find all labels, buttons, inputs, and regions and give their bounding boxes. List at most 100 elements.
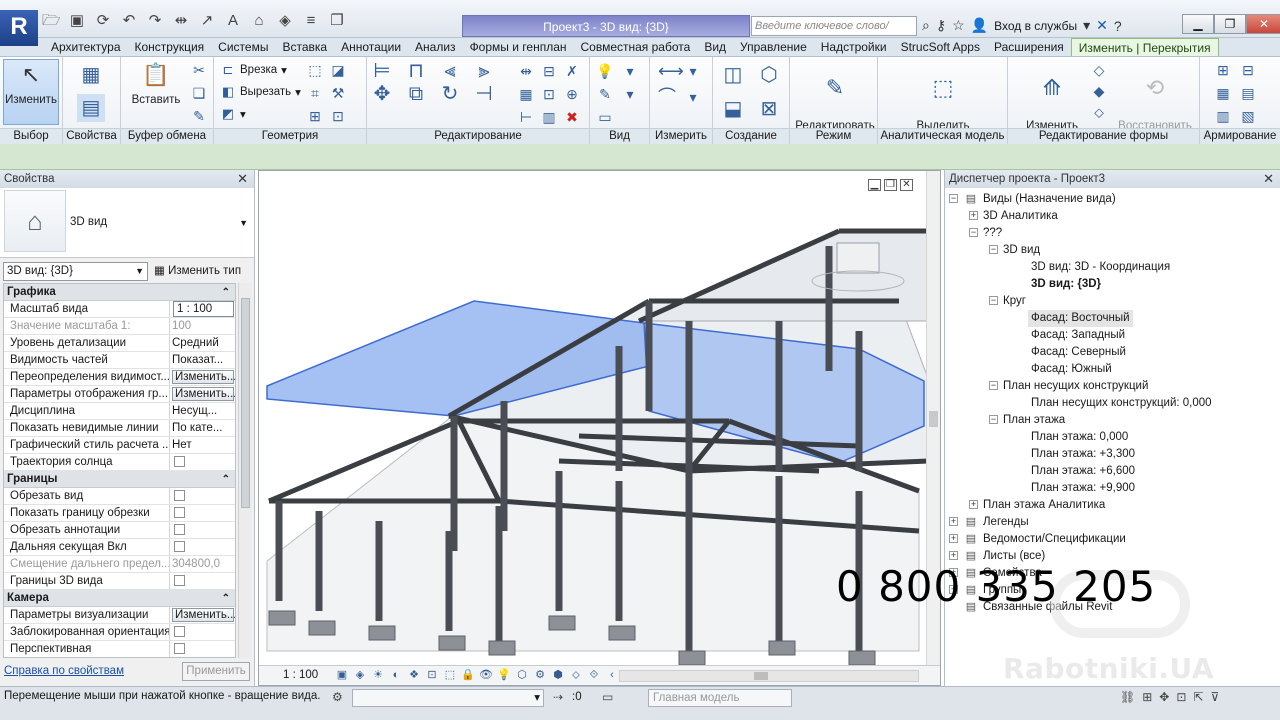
view-scale[interactable]: 1 : 100 xyxy=(283,669,318,681)
expand-icon[interactable]: + xyxy=(949,534,958,543)
rebar-icon[interactable]: ▧ xyxy=(1239,107,1257,125)
browser-node[interactable]: − План этажа xyxy=(945,412,1280,429)
create-assembly-icon[interactable]: ⬓ xyxy=(719,95,747,123)
join-button[interactable]: ◩ ▾ xyxy=(220,106,246,122)
key-icon[interactable]: ⚷ xyxy=(936,17,946,34)
align-icon[interactable]: ⊨ xyxy=(373,61,391,81)
scrollbar-thumb[interactable] xyxy=(929,411,938,427)
text-icon[interactable]: A xyxy=(224,12,242,30)
tab-14[interactable]: Изменить | Перекрытия xyxy=(1070,38,1219,56)
star-icon[interactable]: ☆ xyxy=(952,17,965,34)
reveal-constraints-icon[interactable]: ⟐ xyxy=(587,669,601,682)
rotate-icon[interactable]: ↻ xyxy=(441,84,459,104)
edit-type-button[interactable]: ▦ Изменить тип xyxy=(154,262,241,280)
property-checkbox[interactable] xyxy=(174,507,185,518)
temporary-hide-icon[interactable]: 👁 xyxy=(479,669,493,682)
select-underlay-icon[interactable]: ⊞ xyxy=(1142,690,1152,704)
override-icon[interactable]: ✎ xyxy=(596,85,614,103)
property-value[interactable]: По кате... xyxy=(170,420,235,436)
crop-view-icon[interactable]: ⊡ xyxy=(425,669,439,682)
tab-4[interactable]: Вставка xyxy=(275,38,334,56)
browser-node[interactable]: Фасад: Восточный xyxy=(945,310,1280,327)
copy-icon[interactable]: ❏ xyxy=(190,84,208,102)
collapse-icon[interactable]: ⌃ xyxy=(222,471,230,488)
property-checkbox[interactable] xyxy=(174,541,185,552)
linework-icon[interactable]: ▭ xyxy=(596,108,614,126)
expand-icon[interactable]: + xyxy=(969,211,978,220)
collapse-icon[interactable]: ⌃ xyxy=(222,284,230,301)
redo-icon[interactable]: ↷ xyxy=(146,12,164,30)
browser-node[interactable]: План несущих конструкций: 0,000 xyxy=(945,395,1280,412)
browser-node[interactable]: Фасад: Северный xyxy=(945,344,1280,361)
worksets-icon[interactable]: ⚙ xyxy=(332,690,343,704)
drag-elements-icon[interactable]: ⇱ xyxy=(1193,690,1203,704)
split-icon[interactable]: ⇹ xyxy=(517,62,535,80)
collapse-icon[interactable]: − xyxy=(989,415,998,424)
property-group[interactable]: Камера ⌃ xyxy=(4,590,235,607)
save-icon[interactable]: ▣ xyxy=(68,12,86,30)
design-options-icon[interactable]: ▭ xyxy=(602,690,613,704)
tab-5[interactable]: Аннотации xyxy=(334,38,408,56)
wall-joins-icon[interactable]: ⌗ xyxy=(306,84,324,102)
chevron-down-icon[interactable]: ▾ xyxy=(621,62,639,80)
type-selector[interactable]: ⌂ 3D вид ▼ xyxy=(0,188,254,258)
browser-node[interactable]: +3D Аналитика xyxy=(945,208,1280,225)
browser-node[interactable]: План этажа: +9,900 xyxy=(945,480,1280,497)
lock-view-icon[interactable]: 🔒 xyxy=(461,669,475,682)
browser-node[interactable]: 3D вид: 3D - Координация xyxy=(945,259,1280,276)
tab-10[interactable]: Управление xyxy=(733,38,814,56)
fabric-sheet-icon[interactable]: ▤ xyxy=(1239,84,1257,102)
tab-1[interactable]: Архитектура xyxy=(44,38,128,56)
offset-icon[interactable]: ⊓ xyxy=(407,61,425,81)
design-option-selector[interactable]: Главная модель xyxy=(648,689,792,707)
browser-node[interactable]: План этажа: 0,000 xyxy=(945,429,1280,446)
select-links-icon[interactable]: ⛓ xyxy=(1120,690,1135,704)
path-rebar-icon[interactable]: ⊟ xyxy=(1239,61,1257,79)
copy-element-icon[interactable]: ⧉ xyxy=(407,84,425,104)
delete-icon[interactable]: ✖ xyxy=(563,108,581,126)
instance-filter[interactable]: 3D вид: {3D} ▼ xyxy=(3,262,148,281)
open-icon[interactable]: 🗁 xyxy=(42,12,61,30)
scale-icon[interactable]: ⊡ xyxy=(540,85,558,103)
binoculars-icon[interactable]: ⌕ xyxy=(922,17,930,34)
pick-icon[interactable]: ⊡ xyxy=(329,107,347,125)
exchange-icon[interactable]: ✕ xyxy=(1096,17,1108,34)
paste-button[interactable]: 📋 Вставить xyxy=(131,60,181,107)
unjoin-icon[interactable]: ⊞ xyxy=(306,107,324,125)
measure-distance-icon[interactable]: ⟷ xyxy=(658,62,684,80)
tab-8[interactable]: Совместная работа xyxy=(574,38,698,56)
cut-button[interactable]: ◧ Вырезать ▾ xyxy=(220,84,301,100)
property-checkbox[interactable] xyxy=(174,626,185,637)
reveal-hidden-icon[interactable]: 💡 xyxy=(497,669,511,682)
create-group-icon[interactable]: ⬡ xyxy=(755,61,783,89)
chevron-left-icon[interactable]: ‹ xyxy=(605,669,619,682)
browser-node[interactable]: Фасад: Южный xyxy=(945,361,1280,378)
viewport-horizontal-scrollbar[interactable] xyxy=(619,670,919,682)
apply-button[interactable]: Применить xyxy=(182,662,250,681)
minimize-button[interactable]: ▁ xyxy=(1182,14,1214,34)
close-view-icon[interactable]: ✕ xyxy=(900,179,913,191)
browser-node[interactable]: − ▤ Виды (Назначение вида) xyxy=(945,191,1280,208)
tab-9[interactable]: Вид xyxy=(697,38,733,56)
browser-node[interactable]: + План этажа Аналитика xyxy=(945,497,1280,514)
extend-icon[interactable]: ▥ xyxy=(540,108,558,126)
expand-icon[interactable]: + xyxy=(969,500,978,509)
dimension-icon[interactable]: ↗ xyxy=(198,12,216,30)
analytical-model-toggle-icon[interactable]: ⬢ xyxy=(551,669,565,682)
property-group[interactable]: Границы ⌃ xyxy=(4,471,235,488)
trim-multiple-icon[interactable]: ⊢ xyxy=(517,108,535,126)
demolish-icon[interactable]: ⚒ xyxy=(329,84,347,102)
browser-node[interactable]: План этажа: +3,300 xyxy=(945,446,1280,463)
property-input[interactable]: 1 : 100 xyxy=(173,301,234,317)
tab-2[interactable]: Конструкция xyxy=(128,38,212,56)
chevron-down-icon[interactable]: ▾ xyxy=(621,85,639,103)
property-checkbox[interactable] xyxy=(174,524,185,535)
detail-level-icon[interactable]: ▣ xyxy=(335,669,349,682)
help-icon[interactable]: ? xyxy=(1114,18,1122,34)
tab-7[interactable]: Формы и генплан xyxy=(463,38,574,56)
app-menu-button[interactable]: R xyxy=(0,10,38,46)
collapse-icon[interactable]: − xyxy=(949,194,958,203)
sun-path-icon[interactable]: ☀ xyxy=(371,669,385,682)
render-icon[interactable]: ❖ xyxy=(407,669,421,682)
scrollbar-thumb[interactable] xyxy=(241,298,250,508)
